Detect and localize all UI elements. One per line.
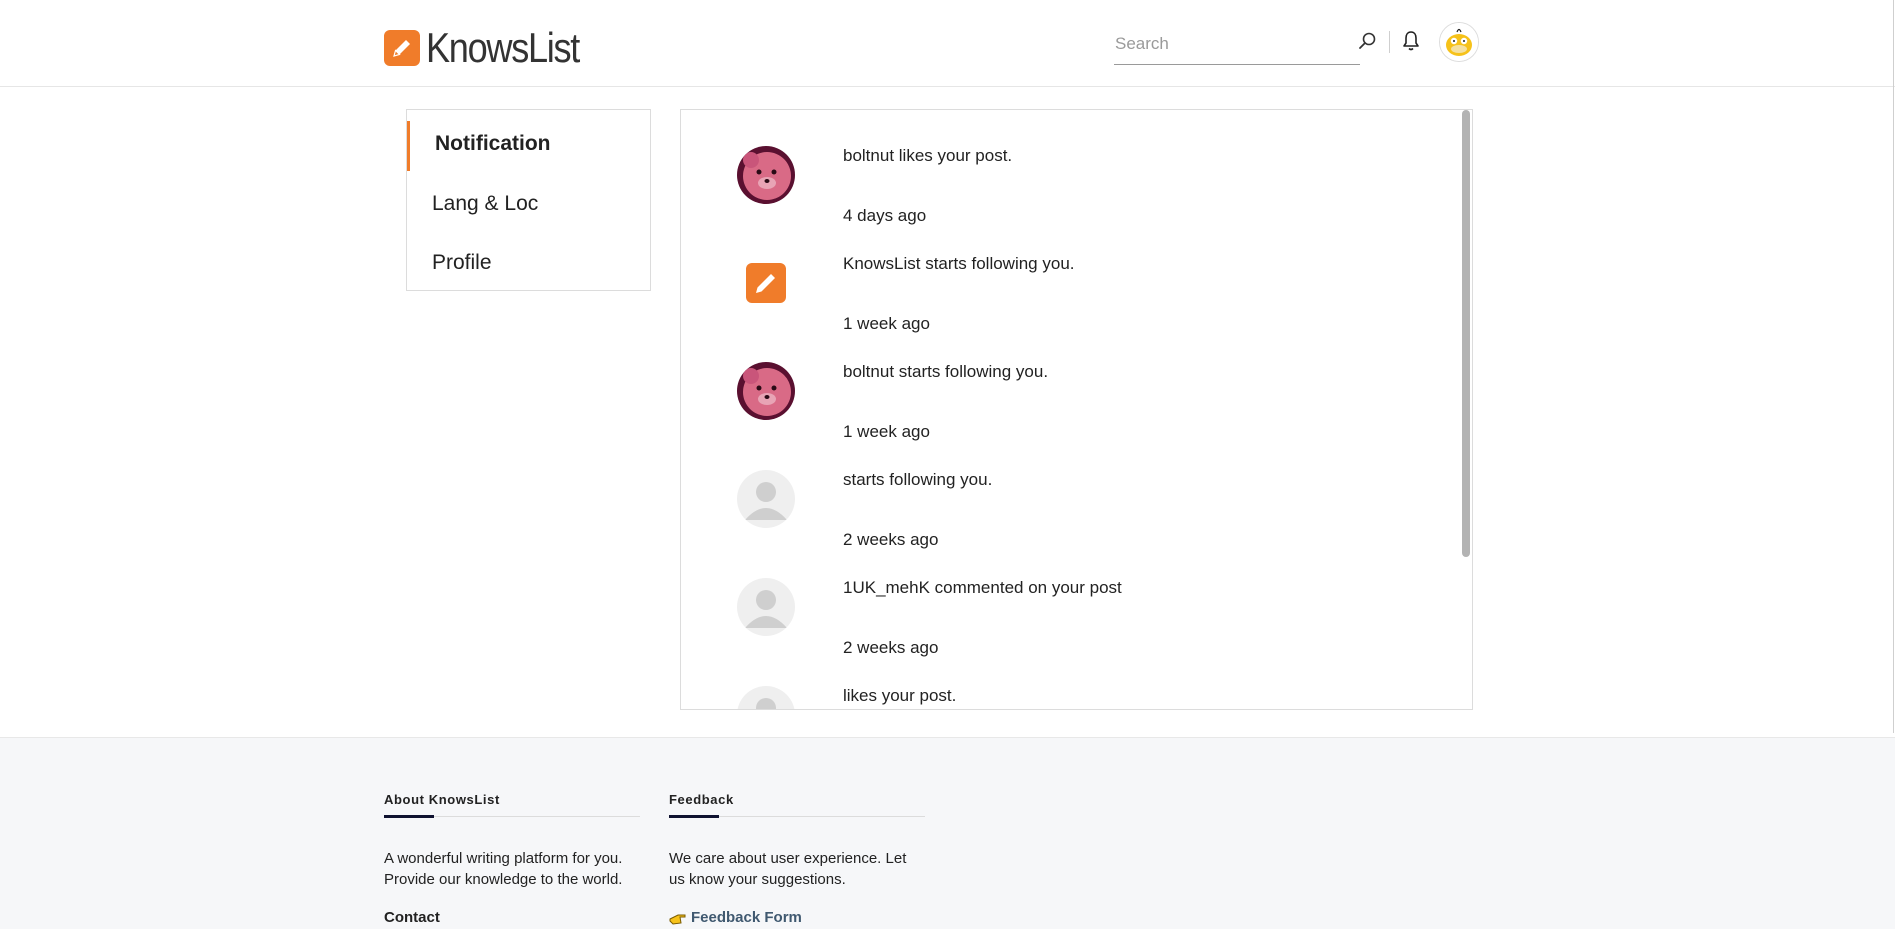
footer-heading-underline (669, 815, 719, 818)
notification-text: boltnut starts following you. (843, 362, 1049, 381)
notification-item[interactable]: likes your post. (681, 650, 1441, 709)
brand-name: KnowsList (426, 24, 580, 71)
footer-feedback-text: We care about user experience. Let us kn… (669, 850, 907, 888)
default-user-avatar[interactable] (737, 578, 795, 636)
brand-logo[interactable]: KnowsList (384, 24, 604, 72)
notification-list[interactable]: boltnut likes your post. 4 days ago Know… (680, 109, 1473, 710)
sidebar-item-label: Lang & Loc (432, 192, 539, 215)
footer-feedback-heading: Feedback (669, 792, 734, 807)
page-footer: About KnowsList A wonderful writing plat… (0, 737, 1895, 929)
notification-text: starts following you. (843, 470, 993, 489)
notification-text: KnowsList starts following you. (843, 254, 1075, 273)
notification-item[interactable]: KnowsList starts following you. 1 week a… (681, 218, 1441, 333)
default-user-avatar[interactable] (737, 686, 795, 709)
notification-item[interactable]: 1UK_mehK commented on your post 2 weeks … (681, 542, 1441, 657)
sidebar-item-notification[interactable]: Notification (407, 119, 650, 171)
teddy-bear-avatar[interactable] (737, 146, 795, 204)
pointing-hand-icon (669, 910, 687, 926)
footer-about-text: A wonderful writing platform for you. Pr… (384, 850, 623, 888)
footer-contact-heading: Contact (384, 909, 440, 926)
sidebar-item-label: Notification (435, 132, 551, 155)
feedback-form-link[interactable]: Feedback Form (669, 909, 802, 926)
teddy-bear-avatar[interactable] (737, 362, 795, 420)
notification-text: 1UK_mehK commented on your post (843, 578, 1122, 597)
notification-text: likes your post. (843, 686, 957, 705)
page-scrollbar-edge (1893, 0, 1894, 733)
notification-item[interactable]: boltnut likes your post. 4 days ago (681, 110, 1441, 225)
sidebar-item-label: Profile (432, 251, 492, 274)
footer-about-heading: About KnowsList (384, 792, 500, 807)
search-input[interactable] (1114, 30, 1316, 58)
search-box (1114, 26, 1360, 65)
notification-item[interactable]: boltnut starts following you. 1 week ago (681, 326, 1441, 441)
header-divider (1389, 31, 1390, 53)
notification-scrollbar-thumb[interactable] (1462, 110, 1470, 557)
settings-sidebar: Notification Lang & Loc Profile (406, 109, 651, 291)
user-avatar[interactable] (1439, 22, 1479, 62)
notification-item[interactable]: starts following you. 2 weeks ago (681, 434, 1441, 549)
sidebar-item-profile[interactable]: Profile (407, 238, 650, 288)
search-icon[interactable] (1356, 30, 1378, 52)
notification-text: boltnut likes your post. (843, 146, 1013, 165)
sidebar-item-lang-loc[interactable]: Lang & Loc (407, 179, 650, 229)
default-user-avatar[interactable] (737, 470, 795, 528)
knowslist-logo-avatar[interactable] (737, 254, 795, 312)
feedback-form-label: Feedback Form (691, 909, 802, 926)
pencil-icon (384, 30, 420, 66)
bell-icon[interactable] (1399, 29, 1423, 53)
footer-heading-underline (384, 815, 434, 818)
top-navigation-bar: KnowsList (0, 0, 1895, 87)
